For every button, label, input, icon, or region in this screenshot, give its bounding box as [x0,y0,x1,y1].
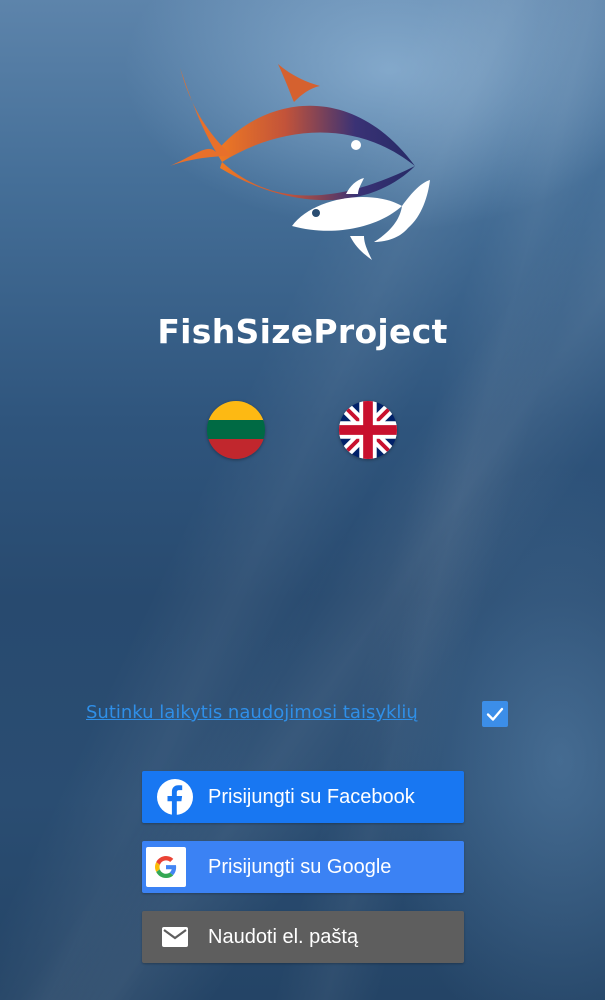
language-en-button[interactable] [339,401,397,459]
terms-checkbox[interactable] [482,701,508,727]
app-title: FishSizeProject [157,312,448,351]
facebook-login-label: Prisijungti su Facebook [208,785,415,808]
google-icon-wrap [142,841,208,893]
facebook-icon [157,779,193,815]
facebook-login-button[interactable]: Prisijungti su Facebook [142,771,464,823]
terms-row: Sutinku laikytis naudojimosi taisyklių [86,700,516,730]
email-login-button[interactable]: Naudoti el. paštą [142,911,464,963]
google-icon-box [146,847,186,887]
uk-flag-icon [339,401,397,459]
mail-icon-wrap [142,911,208,963]
email-login-label: Naudoti el. paštą [208,925,359,948]
google-login-button[interactable]: Prisijungti su Google [142,841,464,893]
fish-logo [170,64,430,260]
checkmark-icon [486,707,504,721]
google-login-label: Prisijungti su Google [208,855,392,878]
google-icon [155,856,177,878]
lithuania-flag-icon [207,401,265,459]
language-lt-button[interactable] [207,401,265,459]
facebook-icon-wrap [142,771,208,823]
terms-link[interactable]: Sutinku laikytis naudojimosi taisyklių [86,702,418,723]
mail-icon [162,927,188,947]
